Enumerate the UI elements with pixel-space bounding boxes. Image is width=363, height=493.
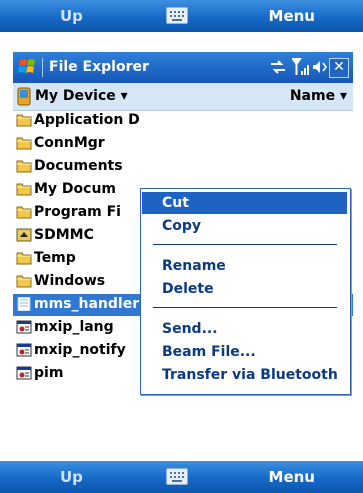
- windows-start-icon[interactable]: [17, 57, 39, 77]
- menu-item-label: Copy: [162, 218, 202, 234]
- file-name: mxip_notify: [34, 342, 126, 358]
- close-button[interactable]: ✕: [329, 58, 349, 78]
- menu-softkey[interactable]: Menu: [269, 468, 315, 486]
- program-icon: [16, 343, 32, 357]
- folder-icon: [16, 251, 32, 265]
- menu-softkey[interactable]: Menu: [269, 7, 315, 25]
- menu-item-rename[interactable]: Rename: [142, 255, 347, 277]
- file-name: Application D: [34, 112, 140, 128]
- device-screen: File Explorer ✕ My Device ▾ Name ▾ Appli…: [13, 52, 353, 457]
- folder-icon: [16, 205, 32, 219]
- menu-item-label: Rename: [162, 258, 226, 274]
- menu-item-label: Transfer via Bluetooth: [162, 367, 338, 383]
- file-name: My Docum: [34, 181, 117, 197]
- folder-icon: [16, 182, 32, 196]
- menu-item-cut[interactable]: Cut: [142, 192, 347, 214]
- file-row[interactable]: ConnMgr: [13, 133, 353, 155]
- location-toolbar: My Device ▾ Name ▾: [13, 83, 353, 111]
- volume-icon[interactable]: [312, 59, 328, 75]
- file-name: ConnMgr: [34, 135, 105, 151]
- up-softkey[interactable]: Up: [60, 468, 83, 486]
- connectivity-icon[interactable]: [269, 59, 287, 75]
- file-name: SDMMC: [34, 227, 94, 243]
- folder-icon: [16, 136, 32, 150]
- file-icon: [16, 296, 32, 312]
- file-name: mms_handler: [34, 296, 140, 312]
- menu-item-label: Delete: [162, 281, 214, 297]
- file-name: mxip_lang: [34, 319, 114, 335]
- menu-item-copy[interactable]: Copy: [142, 215, 347, 237]
- menu-separator: [153, 244, 337, 245]
- device-icon: [17, 87, 31, 106]
- file-row[interactable]: Application D: [13, 110, 353, 132]
- menu-item-transfer-via-bluetooth[interactable]: Transfer via Bluetooth: [142, 364, 347, 386]
- window-title: File Explorer: [49, 59, 149, 75]
- menu-item-label: Cut: [162, 195, 189, 211]
- folder-icon: [16, 159, 32, 173]
- storage-card-icon: [16, 228, 32, 242]
- sort-dropdown[interactable]: Name ▾: [290, 88, 347, 104]
- folder-icon: [16, 274, 32, 288]
- menu-item-delete[interactable]: Delete: [142, 278, 347, 300]
- file-name: Temp: [34, 250, 76, 266]
- menu-item-send[interactable]: Send...: [142, 318, 347, 340]
- program-icon: [16, 320, 32, 334]
- keyboard-icon[interactable]: [166, 7, 188, 24]
- program-icon: [16, 366, 32, 380]
- menu-item-label: Beam File...: [162, 344, 256, 360]
- file-name: pim: [34, 365, 64, 381]
- file-name: Windows: [34, 273, 106, 289]
- context-menu: Cut Copy Rename Delete Send... Beam File... Tr…: [140, 188, 351, 395]
- up-softkey[interactable]: Up: [60, 7, 83, 25]
- menu-item-label: Send...: [162, 321, 218, 337]
- location-dropdown[interactable]: My Device ▾: [35, 88, 128, 104]
- menu-separator: [153, 307, 337, 308]
- top-softkey-bar: Up Menu: [0, 0, 363, 32]
- signal-icon[interactable]: [292, 58, 310, 77]
- folder-icon: [16, 113, 32, 127]
- title-bar: File Explorer ✕: [13, 52, 353, 83]
- file-name: Program Fi: [34, 204, 121, 220]
- menu-item-beam-file[interactable]: Beam File...: [142, 341, 347, 363]
- bottom-softkey-bar: Up Menu: [0, 461, 363, 493]
- file-row[interactable]: Documents: [13, 156, 353, 178]
- file-name: Documents: [34, 158, 123, 174]
- title-separator: [42, 58, 43, 77]
- keyboard-icon[interactable]: [166, 468, 188, 485]
